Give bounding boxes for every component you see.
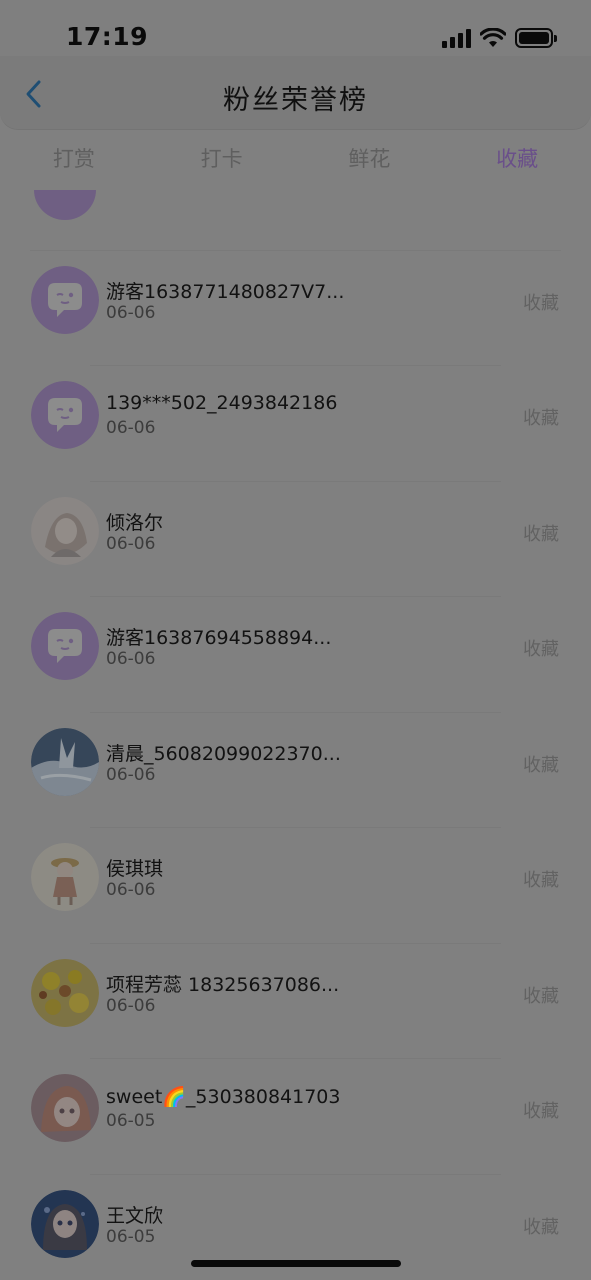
fan-date: 06-05 (106, 1227, 156, 1247)
tab-flowers[interactable]: 鲜花 (296, 135, 444, 185)
status-bar: 17:19 (0, 0, 591, 56)
fan-name: 139***502_2493842186 (106, 392, 338, 414)
fan-name: 项程芳蕊 18325637086... (106, 974, 340, 996)
list-item[interactable]: 侯琪琪 06-06 收藏 (0, 767, 591, 911)
fan-list[interactable]: 游客1638771480827V7... 06-06 收藏 139***502_… (0, 190, 591, 1280)
fan-name: 清晨_56082099022370... (106, 743, 341, 765)
list-item[interactable]: sweet🌈_530380841703 06-05 收藏 (0, 998, 591, 1142)
list-item[interactable]: 139***502_2493842186 06-06 收藏 (0, 305, 591, 449)
fan-name: 倾洛尔 (106, 512, 164, 534)
list-item[interactable]: 王文欣 06-05 收藏 (0, 1114, 591, 1258)
anime-girl-blue-avatar (31, 1190, 99, 1258)
status-icons (442, 27, 557, 49)
nav-header: 粉丝荣誉榜 (0, 56, 591, 130)
tab-bar: 打赏 打卡 鲜花 收藏 (0, 135, 591, 185)
status-time: 17:19 (66, 22, 149, 51)
list-item[interactable]: 倾洛尔 06-06 收藏 (0, 421, 591, 565)
phone-screen: 17:19 粉丝荣誉榜 打赏 打卡 鲜花 收藏 游客1638771480827V… (0, 0, 591, 1280)
fan-name: 游客16387694558894... (106, 627, 332, 649)
list-item[interactable]: 清晨_56082099022370... 06-06 收藏 (0, 652, 591, 796)
fan-name: 游客1638771480827V7... (106, 281, 345, 303)
list-item[interactable]: 游客1638771480827V7... 06-06 收藏 (0, 190, 591, 334)
wifi-icon (480, 28, 506, 47)
battery-icon (515, 28, 557, 48)
cellular-signal-icon (442, 28, 471, 48)
home-indicator[interactable] (191, 1260, 401, 1267)
fan-name: 侯琪琪 (106, 858, 164, 880)
fan-name: 王文欣 (106, 1205, 164, 1227)
list-item[interactable]: 游客16387694558894... 06-06 收藏 (0, 536, 591, 680)
tab-checkin[interactable]: 打卡 (148, 135, 296, 185)
fan-action-label: 收藏 (523, 1217, 559, 1238)
page-title: 粉丝荣誉榜 (223, 85, 368, 116)
list-item[interactable]: 项程芳蕊 18325637086... 06-06 收藏 (0, 883, 591, 1027)
fan-name: sweet🌈_530380841703 (106, 1086, 341, 1108)
tab-favorites[interactable]: 收藏 (443, 135, 591, 185)
tab-tip[interactable]: 打赏 (0, 135, 148, 185)
